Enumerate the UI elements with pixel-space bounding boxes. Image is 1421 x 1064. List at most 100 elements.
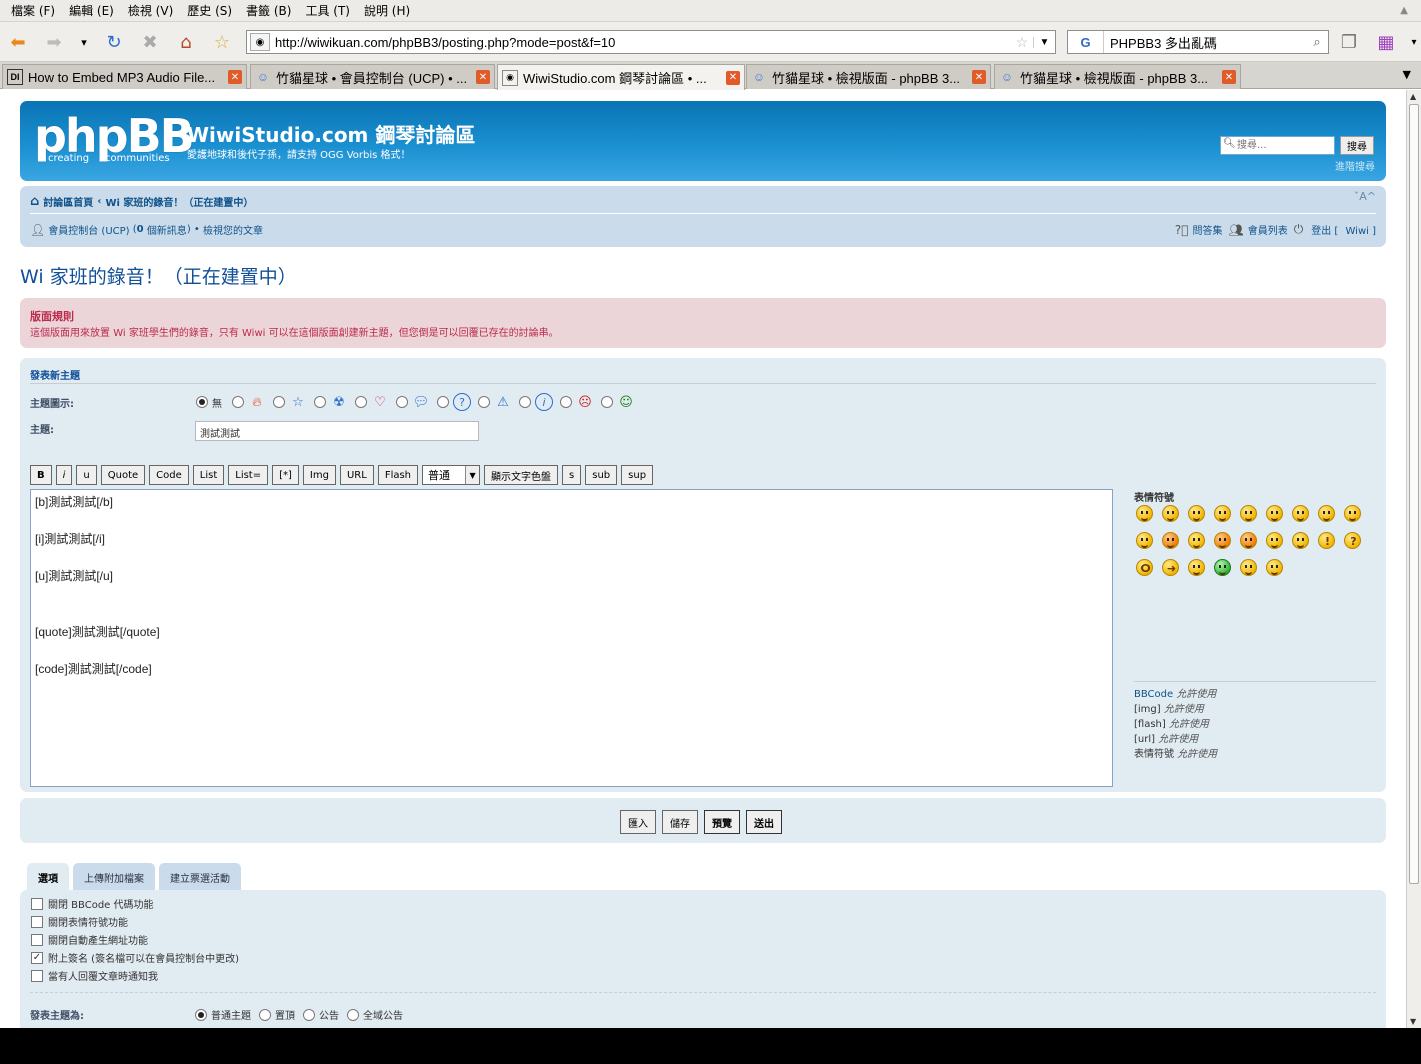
reload-icon[interactable]: ↻ [102,30,126,54]
smiley-laughing-icon[interactable] [1344,505,1361,522]
scroll-down-icon[interactable]: ▼ [1410,1017,1416,1026]
color-palette-button[interactable]: 顯示文字色盤 [484,465,559,485]
icon-radio[interactable] [601,396,613,408]
smiley-sad-icon[interactable] [1214,505,1231,522]
url-bar[interactable]: ◉ http://wiwikuan.com/phpBB3/posting.php… [246,30,1056,54]
smiley-razz-icon[interactable] [1162,532,1179,549]
quote-button[interactable]: Quote [100,465,146,485]
smiley-ugeek-icon[interactable] [1266,559,1283,576]
import-button[interactable]: 匯入 [620,810,656,834]
checkbox[interactable] [31,969,43,982]
ucp-link[interactable]: 會員控制台 (UCP) [48,222,129,237]
menu-help[interactable]: 說明 (H) [357,2,417,19]
underline-button[interactable]: u [76,465,97,485]
url-button[interactable]: URL [339,465,374,485]
breadcrumb-home[interactable]: 討論區首頁 [43,194,93,209]
chevron-up-icon[interactable]: ▲ [1393,5,1415,16]
toolbar-overflow-icon[interactable]: ▾ [1402,30,1421,54]
smiley-question-icon[interactable]: ? [1344,532,1361,549]
smiley-neutral-icon[interactable] [1188,559,1205,576]
tab-list-chevron-icon[interactable]: ▼ [1403,68,1411,81]
back-arrow-icon[interactable]: ⬅ [6,30,30,54]
menu-file[interactable]: 檔案 (F) [4,2,62,19]
memberlist-link[interactable]: 會員列表 [1248,222,1288,237]
menu-history[interactable]: 歷史 (S) [180,2,239,19]
smiley-evil-icon[interactable] [1240,532,1257,549]
grid-icon[interactable]: ▦ [1374,30,1398,54]
home-icon[interactable]: ⌂ [174,30,198,54]
option-attach-signature[interactable]: ✓ 附上簽名 (簽名檔可以在會員控制台中更改) [31,950,239,965]
icon-radio[interactable] [355,396,367,408]
close-icon[interactable]: ✕ [476,70,490,84]
scrollbar-thumb[interactable] [1409,104,1419,884]
font-size-toggle[interactable]: ˇA^ [1354,190,1376,203]
italic-button[interactable]: i [55,465,73,485]
tab-wiwistudio[interactable]: ◉ WiwiStudio.com 鋼琴討論區 • ... ✕ [497,64,745,90]
submit-button[interactable]: 送出 [746,810,782,834]
site-identity-icon[interactable]: ◉ [250,33,270,51]
search-icon[interactable]: ⌕ [1306,34,1328,50]
tab-viewforum-1[interactable]: ☺ 竹貓星球 • 檢視版面 - phpBB 3... ✕ [746,64,991,89]
search-engine-icon[interactable]: G [1068,31,1104,53]
ordered-list-button[interactable]: List= [228,465,269,485]
icon-radio[interactable] [273,396,285,408]
advanced-search-link[interactable]: 進階搜尋 [1335,158,1375,173]
smiley-cool-icon[interactable] [1318,505,1335,522]
icon-radio[interactable] [314,396,326,408]
icon-radio-none[interactable] [196,396,208,408]
icon-radio[interactable] [478,396,490,408]
smiley-confused-icon[interactable] [1292,505,1309,522]
page-title[interactable]: Wi 家班的錄音！（正在建置中） [20,262,297,289]
option-disable-smilies[interactable]: 關閉表情符號功能 [31,914,128,929]
smiley-very-happy-icon[interactable] [1136,505,1153,522]
subject-input[interactable]: 測試測試 [195,421,479,441]
menu-bookmarks[interactable]: 書籤 (B) [239,2,298,19]
preview-button[interactable]: 預覽 [704,810,740,834]
url-dropdown-icon[interactable]: ▼ [1033,36,1055,48]
site-title[interactable]: WiwiStudio.com 鋼琴討論區 [187,119,475,148]
smiley-exclaim-icon[interactable]: ! [1318,532,1335,549]
history-dropdown-icon[interactable]: ▾ [72,30,96,54]
scroll-up-icon[interactable]: ▲ [1410,92,1416,101]
forum-search-input[interactable] [1220,136,1335,155]
icon-radio[interactable] [396,396,408,408]
smiley-geek-icon[interactable] [1240,559,1257,576]
logout-link[interactable]: 登出 [ Wiwi ] [1307,222,1376,237]
menu-view[interactable]: 檢視 (V) [121,2,180,19]
subscript-button[interactable]: sub [585,465,618,485]
font-size-select[interactable]: 普通 ▼ [422,465,481,485]
browser-search-box[interactable]: G PHPBB3 多出亂碼 ⌕ [1067,30,1329,54]
smiley-arrow-icon[interactable]: ➜ [1162,559,1179,576]
phpbb-logo[interactable]: phpBB creating communities [34,111,195,164]
bbcode-link[interactable]: BBCode [1134,689,1173,700]
smiley-wink-icon[interactable] [1188,505,1205,522]
close-icon[interactable]: ✕ [972,70,986,84]
bold-button[interactable]: B [30,465,52,485]
tab-attachments[interactable]: 上傳附加檔案 [73,863,155,891]
list-button[interactable]: List [192,465,225,485]
option-notify[interactable]: 當有人回覆文章時通知我 [31,968,158,983]
icon-radio[interactable] [437,396,449,408]
checkbox[interactable] [31,933,43,946]
window-icon[interactable]: ❐ [1337,30,1361,54]
save-button[interactable]: 儲存 [662,810,698,834]
smiley-crying-icon[interactable] [1214,532,1231,549]
close-icon[interactable]: ✕ [1222,70,1236,84]
img-button[interactable]: Img [302,465,336,485]
post-type-announce-radio[interactable] [303,1008,315,1021]
smiley-idea-icon[interactable]: ⵔ [1136,559,1153,576]
checkbox-checked[interactable]: ✓ [31,951,43,964]
list-item-button[interactable]: [*] [272,465,299,485]
checkbox[interactable] [31,897,43,910]
close-icon[interactable]: ✕ [726,70,740,85]
superscript-button[interactable]: sup [621,465,654,485]
tab-ucp[interactable]: ☺ 竹貓星球 • 會員控制台 (UCP) • ... ✕ [250,64,495,89]
message-textarea[interactable]: [b]測試測試[/b] [i]測試測試[/i] [u]測試測試[/u] [quo… [30,489,1113,787]
faq-link[interactable]: 問答集 [1193,222,1223,237]
forward-arrow-icon[interactable]: ➡ [42,30,66,54]
menu-edit[interactable]: 編輯 (E) [62,2,121,19]
star-icon[interactable]: ☆ [1011,34,1033,51]
url-text[interactable]: http://wiwikuan.com/phpBB3/posting.php?m… [275,35,1011,50]
tab-embed-mp3[interactable]: DI How to Embed MP3 Audio File... ✕ [2,64,247,89]
smiley-twisted-icon[interactable] [1266,532,1283,549]
